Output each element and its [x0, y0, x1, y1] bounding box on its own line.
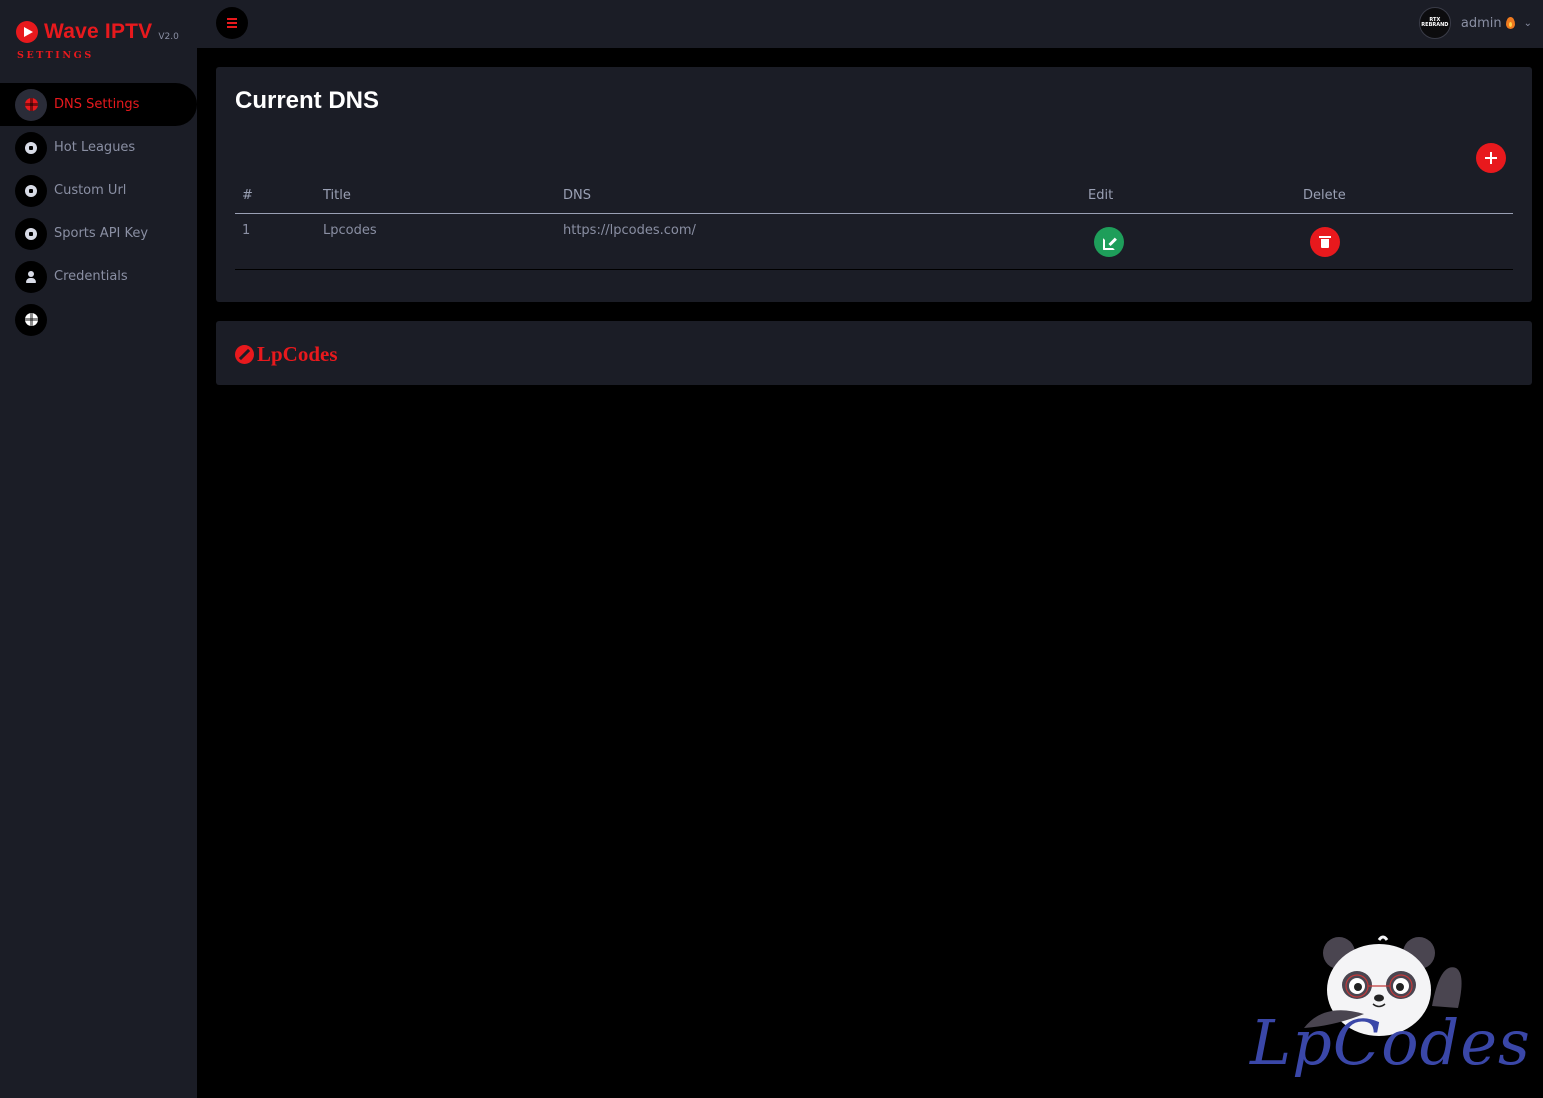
sidebar-item-label: Custom Url — [54, 183, 127, 198]
sidebar-item-custom-url[interactable]: Custom Url — [0, 169, 197, 212]
footer-brand-text: LpCodes — [257, 342, 338, 366]
user-icon — [15, 260, 47, 293]
flame-icon — [1505, 17, 1515, 29]
brand-subtitle: SETTINGS — [17, 50, 94, 61]
play-logo-icon — [16, 21, 38, 43]
sidebar-item-globe[interactable] — [0, 298, 197, 341]
hamburger-icon[interactable] — [216, 7, 248, 39]
sidebar-nav: DNS Settings Hot Leagues Custom Url Spor… — [0, 83, 197, 341]
soccer-ball-icon — [15, 174, 47, 207]
sidebar-item-label: Sports API Key — [54, 226, 149, 241]
page-title: Current DNS — [235, 87, 380, 114]
user-name[interactable]: admin — [1461, 16, 1502, 31]
sidebar-item-credentials[interactable]: Credentials — [0, 255, 197, 298]
row-title: Lpcodes — [323, 223, 377, 238]
avatar[interactable]: RTX REBRAND — [1418, 7, 1451, 39]
topbar: RTX REBRAND admin ⌄ — [197, 0, 1543, 48]
sidebar-item-sports-api-key[interactable]: Sports API Key — [0, 212, 197, 255]
sidebar-item-dns-settings[interactable]: DNS Settings — [0, 83, 197, 126]
globe-icon — [15, 303, 47, 336]
table-row: 1 Lpcodes https://lpcodes.com/ — [235, 214, 1513, 270]
edit-icon — [1103, 236, 1115, 250]
column-header-number: # — [242, 188, 253, 203]
delete-button[interactable] — [1310, 227, 1340, 257]
sidebar-item-label: Hot Leagues — [54, 140, 136, 155]
footer-card: LpCodes — [216, 321, 1532, 385]
watermark: LpCodes — [1244, 928, 1530, 1093]
dns-table: # Title DNS Edit Delete 1 Lpcodes https:… — [235, 180, 1513, 270]
dns-card: Current DNS # Title DNS Edit Delete 1 Lp… — [216, 67, 1532, 302]
watermark-text: LpCodes — [1250, 1006, 1531, 1079]
add-dns-button[interactable] — [1476, 143, 1506, 173]
column-header-title: Title — [323, 188, 351, 203]
row-number: 1 — [242, 223, 251, 238]
trash-icon — [1319, 236, 1331, 248]
brand-version: V2.0 — [158, 31, 179, 42]
row-dns: https://lpcodes.com/ — [563, 223, 696, 238]
brand-name: Wave IPTV — [44, 20, 153, 43]
compass-icon — [235, 345, 254, 364]
sidebar-item-label: Credentials — [54, 269, 128, 284]
column-header-delete: Delete — [1303, 188, 1346, 203]
footer-brand[interactable]: LpCodes — [235, 342, 338, 367]
soccer-ball-icon — [15, 217, 47, 250]
sidebar-item-hot-leagues[interactable]: Hot Leagues — [0, 126, 197, 169]
chevron-down-icon[interactable]: ⌄ — [1524, 18, 1532, 29]
globe-icon — [15, 88, 47, 121]
sidebar: Wave IPTV V2.0 SETTINGS DNS Settings Hot… — [0, 0, 197, 1098]
brand: Wave IPTV V2.0 SETTINGS — [16, 20, 179, 61]
sidebar-item-label: DNS Settings — [54, 97, 140, 112]
column-header-dns: DNS — [563, 188, 591, 203]
user-menu[interactable]: RTX REBRAND admin ⌄ — [1418, 7, 1532, 39]
column-header-edit: Edit — [1088, 188, 1114, 203]
edit-button[interactable] — [1094, 227, 1124, 257]
soccer-ball-icon — [15, 131, 47, 164]
plus-icon — [1485, 152, 1497, 164]
table-header: # Title DNS Edit Delete — [235, 180, 1513, 214]
